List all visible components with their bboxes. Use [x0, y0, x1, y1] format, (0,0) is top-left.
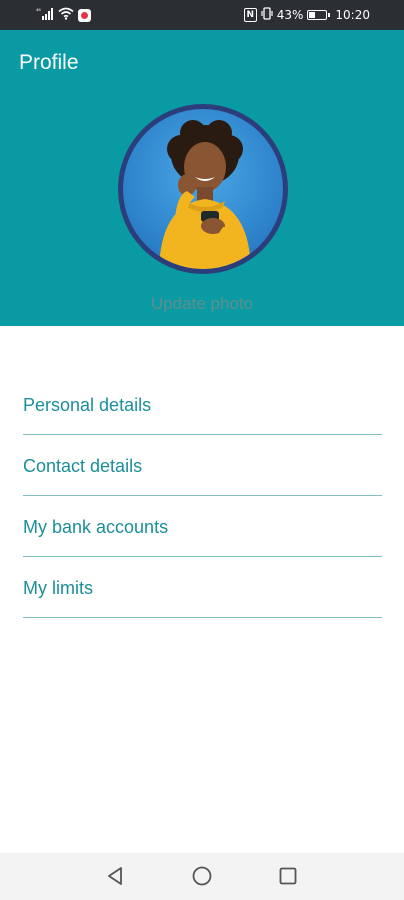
avatar[interactable]	[123, 109, 283, 269]
status-left-icons: ⁴⁶	[36, 7, 91, 23]
profile-header: Profile Update photo	[0, 30, 404, 326]
status-right-icons: N 43% 10:20	[243, 7, 370, 23]
update-photo-link[interactable]: Update photo	[0, 294, 404, 314]
battery-icon	[307, 10, 331, 20]
nfc-icon: N	[243, 8, 257, 22]
menu-item-label: Personal details	[23, 395, 152, 415]
navigation-bar	[0, 853, 404, 900]
recents-icon[interactable]	[275, 863, 301, 889]
menu-item-label: My bank accounts	[23, 517, 169, 537]
menu-item-my-bank-accounts[interactable]: My bank accounts	[23, 496, 382, 557]
menu-item-my-limits[interactable]: My limits	[23, 557, 382, 618]
notification-icon	[78, 8, 91, 22]
vibrate-icon	[261, 7, 273, 23]
battery-percent: 43%	[276, 8, 304, 22]
menu-item-personal-details[interactable]: Personal details	[23, 374, 382, 435]
wifi-icon	[58, 7, 74, 23]
avatar-photo	[159, 120, 251, 269]
battery-fill	[309, 12, 316, 18]
back-icon[interactable]	[102, 863, 128, 889]
status-bar: ⁴⁶ N 43% 10:20	[0, 0, 404, 30]
profile-menu: Personal details Contact details My bank…	[23, 374, 382, 618]
signal-network-label: ⁴⁶	[36, 8, 41, 15]
home-icon[interactable]	[189, 863, 215, 889]
signal-icon: ⁴⁶	[36, 7, 54, 24]
avatar-ring[interactable]	[118, 104, 288, 274]
clock: 10:20	[335, 8, 370, 22]
menu-item-contact-details[interactable]: Contact details	[23, 435, 382, 496]
menu-item-label: Contact details	[23, 456, 143, 476]
menu-item-label: My limits	[23, 578, 93, 598]
page-title: Profile	[19, 51, 79, 74]
